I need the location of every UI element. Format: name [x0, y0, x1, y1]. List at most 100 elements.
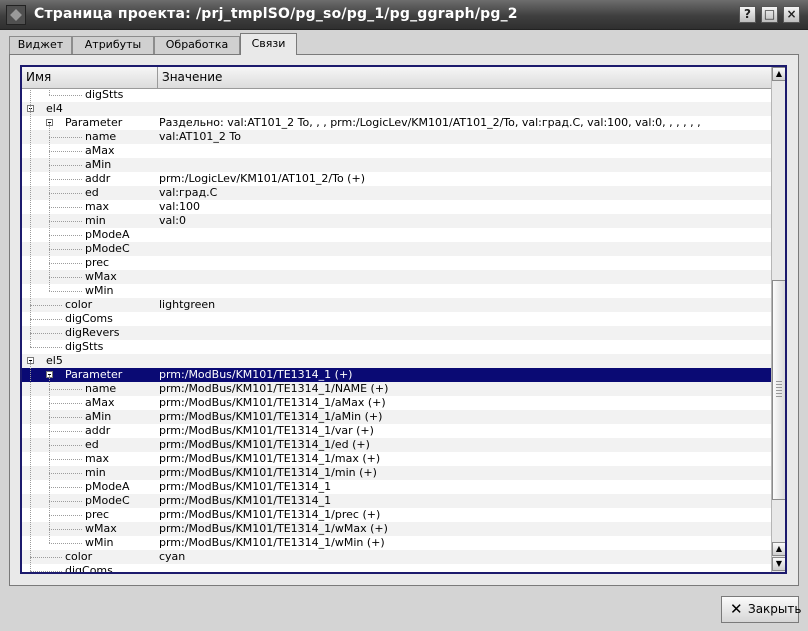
tree-row-name: el5	[46, 354, 63, 367]
scroll-down-icon[interactable]: ▼	[772, 557, 785, 571]
tree-row-name: Parameter	[65, 368, 123, 381]
tab-widget[interactable]: Виджет	[9, 36, 72, 54]
tree-row-name: el4	[46, 102, 63, 115]
tree-row[interactable]: wMax	[22, 270, 771, 284]
tree-row[interactable]: addr prm:/ModBus/KM101/TE1314_1/var (+)	[22, 424, 771, 438]
tree-branch-line	[49, 473, 82, 474]
tree-guide-line	[49, 123, 50, 291]
column-header-value[interactable]: Значение	[158, 67, 771, 88]
tab-links[interactable]: Связи	[240, 33, 297, 55]
tree-row[interactable]: digStts	[22, 88, 771, 102]
tree-row[interactable]: el5	[22, 354, 771, 368]
tree-row[interactable]: Parameter prm:/ModBus/KM101/TE1314_1 (+)	[22, 368, 771, 382]
tree-row-value: prm:/ModBus/KM101/TE1314_1/aMax (+)	[159, 396, 386, 409]
tree-row[interactable]: wMax prm:/ModBus/KM101/TE1314_1/wMax (+)	[22, 522, 771, 536]
tree-branch-line	[30, 347, 62, 348]
tree-guide-line	[30, 109, 31, 347]
tree-row[interactable]: pModeA prm:/ModBus/KM101/TE1314_1	[22, 480, 771, 494]
tree-row[interactable]: digStts	[22, 340, 771, 354]
tree-row[interactable]: ed prm:/ModBus/KM101/TE1314_1/ed (+)	[22, 438, 771, 452]
tree-row[interactable]: name prm:/ModBus/KM101/TE1314_1/NAME (+)	[22, 382, 771, 396]
tree-header: Имя Значение	[22, 67, 771, 89]
tree-row[interactable]: addr prm:/LogicLev/KM101/AT101_2/To (+)	[22, 172, 771, 186]
app-icon[interactable]	[6, 5, 26, 25]
tree-branch-line	[49, 95, 82, 96]
tree-row[interactable]: aMax	[22, 144, 771, 158]
tree-row[interactable]: el4	[22, 102, 771, 116]
tree-branch-line	[49, 487, 82, 488]
tree-row[interactable]: color cyan	[22, 550, 771, 564]
links-tree[interactable]: Имя Значение digStts el4 Parameter Раздельн…	[20, 65, 787, 574]
scroll-up-icon[interactable]: ▲	[772, 67, 785, 81]
tree-row[interactable]: Parameter Раздельно: val:AT101_2 To, , , …	[22, 116, 771, 130]
tree-branch-line	[49, 431, 82, 432]
tree-row-name: addr	[85, 172, 111, 185]
tree-row-name: wMin	[85, 536, 114, 549]
close-window-button[interactable]: ×	[783, 6, 800, 23]
tree-row[interactable]: pModeC prm:/ModBus/KM101/TE1314_1	[22, 494, 771, 508]
tree-branch-line	[30, 305, 62, 306]
close-button[interactable]: ✕ Закрыть	[721, 596, 802, 623]
scroll-thumb[interactable]	[772, 280, 785, 500]
tree-row-value: prm:/ModBus/KM101/TE1314_1/min (+)	[159, 466, 377, 479]
tree-branch-line	[49, 263, 82, 264]
tree-branch-line	[49, 151, 82, 152]
tree-guide-line	[30, 88, 31, 109]
column-header-name[interactable]: Имя	[22, 67, 158, 88]
tree-row[interactable]: ed val:град.С	[22, 186, 771, 200]
tree-row[interactable]: wMin	[22, 284, 771, 298]
tree-row[interactable]: digComs	[22, 312, 771, 326]
tree-row-value: prm:/ModBus/KM101/TE1314_1/ed (+)	[159, 438, 370, 451]
tree-row-value: prm:/ModBus/KM101/TE1314_1	[159, 480, 332, 493]
tab-attributes[interactable]: Атрибуты	[72, 36, 154, 54]
tree-branch-line	[49, 445, 82, 446]
tab-processing[interactable]: Обработка	[154, 36, 240, 54]
tree-row-name: wMin	[85, 284, 114, 297]
tree-row[interactable]: pModeA	[22, 228, 771, 242]
maximize-button[interactable]: □	[761, 6, 778, 23]
tree-row[interactable]: min val:0	[22, 214, 771, 228]
title-bar: Страница проекта: /prj_tmplSO/pg_so/pg_1…	[0, 0, 808, 30]
tree-row[interactable]: prec prm:/ModBus/KM101/TE1314_1/prec (+)	[22, 508, 771, 522]
tree-row-value: prm:/ModBus/KM101/TE1314_1/wMax (+)	[159, 522, 388, 535]
close-button-label: Закрыть	[748, 602, 802, 616]
tree-row-name: pModeC	[85, 494, 130, 507]
tree-row[interactable]: digRevers	[22, 326, 771, 340]
tree-row[interactable]: color lightgreen	[22, 298, 771, 312]
tree-branch-line	[49, 179, 82, 180]
tree-row[interactable]: pModeC	[22, 242, 771, 256]
tree-row-value: prm:/ModBus/KM101/TE1314_1/NAME (+)	[159, 382, 389, 395]
tree-row[interactable]: aMin	[22, 158, 771, 172]
close-x-icon: ✕	[730, 600, 743, 618]
tree-row[interactable]: max val:100	[22, 200, 771, 214]
tree-row[interactable]: max prm:/ModBus/KM101/TE1314_1/max (+)	[22, 452, 771, 466]
tree-row-value: val:100	[159, 200, 201, 213]
tree-row[interactable]: aMin prm:/ModBus/KM101/TE1314_1/aMin (+)	[22, 410, 771, 424]
tree-row-value: val:град.С	[159, 186, 218, 199]
tree-branch-line	[30, 319, 62, 320]
tree-row[interactable]: aMax prm:/ModBus/KM101/TE1314_1/aMax (+)	[22, 396, 771, 410]
tree-row[interactable]: prec	[22, 256, 771, 270]
tree-row-value: val:AT101_2 To	[159, 130, 241, 143]
tree-branch-line	[30, 557, 62, 558]
tree-row-name: min	[85, 214, 106, 227]
tree-row-name: wMax	[85, 270, 117, 283]
tree-row[interactable]: digComs	[22, 564, 771, 572]
scroll-up-icon[interactable]: ▲	[772, 542, 785, 556]
tree-guide-line	[49, 375, 50, 543]
tree-row-value: Раздельно: val:AT101_2 To, , , prm:/Logi…	[159, 116, 701, 129]
tree-row[interactable]: name val:AT101_2 To	[22, 130, 771, 144]
tree-row[interactable]: min prm:/ModBus/KM101/TE1314_1/min (+)	[22, 466, 771, 480]
tree-row-name: digComs	[65, 312, 113, 325]
tree-row[interactable]: wMin prm:/ModBus/KM101/TE1314_1/wMin (+)	[22, 536, 771, 550]
tree-branch-line	[49, 193, 82, 194]
tree-row-name: min	[85, 466, 106, 479]
tree-branch-line	[49, 501, 82, 502]
tree-row-name: ed	[85, 186, 99, 199]
help-button[interactable]: ?	[739, 6, 756, 23]
tree-branch-line	[49, 165, 82, 166]
tree-row-value: cyan	[159, 550, 186, 563]
vertical-scrollbar[interactable]: ▲ ▲ ▼	[771, 67, 785, 572]
window-title: Страница проекта: /prj_tmplSO/pg_so/pg_1…	[34, 6, 518, 22]
tree-row-name: digRevers	[65, 326, 120, 339]
